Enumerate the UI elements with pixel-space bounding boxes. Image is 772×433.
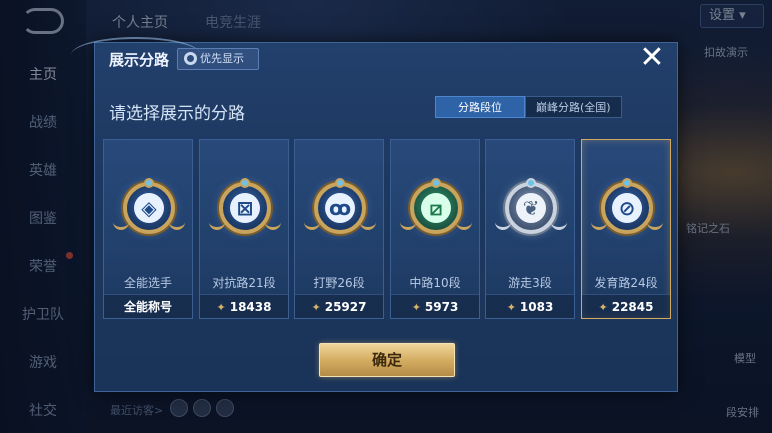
- rank-wings-icon: ✦: [506, 301, 516, 314]
- confirm-button[interactable]: 确定: [319, 343, 455, 377]
- clash-lane-emblem-icon: ⊠: [209, 178, 281, 234]
- lane-card-score: ✦ 22845: [582, 294, 670, 318]
- score-value: 18438: [229, 300, 272, 314]
- lane-card-score: 全能称号: [104, 294, 192, 318]
- mid-lane-emblem-icon: ⧄: [400, 178, 472, 234]
- roam-emblem-icon: ❦: [495, 178, 567, 234]
- lane-card-label: 对抗路21段: [212, 276, 276, 290]
- close-icon[interactable]: ✕: [639, 43, 665, 73]
- rank-wings-icon: ✦: [311, 301, 321, 314]
- farm-lane-emblem-icon: ⊘: [591, 178, 663, 234]
- lane-card-label: 游走3段: [508, 276, 552, 290]
- lane-card-score: ✦ 1083: [486, 294, 574, 318]
- priority-display-label: 优先显示: [200, 52, 244, 65]
- lane-card-clash[interactable]: ⊠ 对抗路21段 ✦ 18438: [199, 139, 289, 319]
- lane-card-score: ✦ 25927: [295, 294, 383, 318]
- lane-card-score: ✦ 18438: [200, 294, 288, 318]
- jungle-emblem-icon: ꝏ: [304, 178, 376, 234]
- dialog-title: 展示分路: [109, 51, 170, 69]
- show-lane-dialog: 展示分路 优先显示 ✕ 请选择展示的分路 分路段位 巅峰分路(全国) ◈ 全能选…: [71, 37, 678, 392]
- gear-icon: [184, 52, 197, 65]
- all-round-emblem-icon: ◈: [113, 178, 185, 234]
- lane-card-label: 打野26段: [313, 276, 365, 290]
- dialog-subtitle: 请选择展示的分路: [109, 104, 245, 124]
- lane-card-label: 发育路24段: [594, 276, 658, 290]
- lane-card-farm[interactable]: ⊘ 发育路24段 ✦ 22845: [581, 139, 671, 319]
- score-value: 25927: [324, 300, 367, 314]
- lane-type-toggle: 分路段位 巅峰分路(全国): [435, 96, 622, 118]
- lane-card-roam[interactable]: ❦ 游走3段 ✦ 1083: [485, 139, 575, 319]
- lane-card-mid[interactable]: ⧄ 中路10段 ✦ 5973: [390, 139, 480, 319]
- priority-display-button[interactable]: 优先显示: [177, 48, 259, 70]
- lane-card-jungle[interactable]: ꝏ 打野26段 ✦ 25927: [294, 139, 384, 319]
- rank-wings-icon: ✦: [411, 301, 421, 314]
- score-value: 5973: [424, 300, 459, 314]
- rank-wings-icon: ✦: [598, 301, 608, 314]
- lane-card-score: ✦ 5973: [391, 294, 479, 318]
- score-value: 全能称号: [123, 300, 172, 314]
- rank-wings-icon: ✦: [216, 301, 226, 314]
- lane-card-label: 全能选手: [123, 276, 172, 290]
- lane-card-list: ◈ 全能选手 全能称号 ⊠ 对抗路21段 ✦ 18438 ꝏ 打野26段 ✦ 259…: [103, 139, 671, 319]
- score-value: 22845: [611, 300, 654, 314]
- toggle-lane-rank[interactable]: 分路段位: [435, 96, 525, 118]
- score-value: 1083: [519, 300, 554, 314]
- toggle-peak-lane[interactable]: 巅峰分路(全国): [525, 96, 622, 118]
- lane-card-label: 中路10段: [409, 276, 461, 290]
- lane-card-all-round[interactable]: ◈ 全能选手 全能称号: [103, 139, 193, 319]
